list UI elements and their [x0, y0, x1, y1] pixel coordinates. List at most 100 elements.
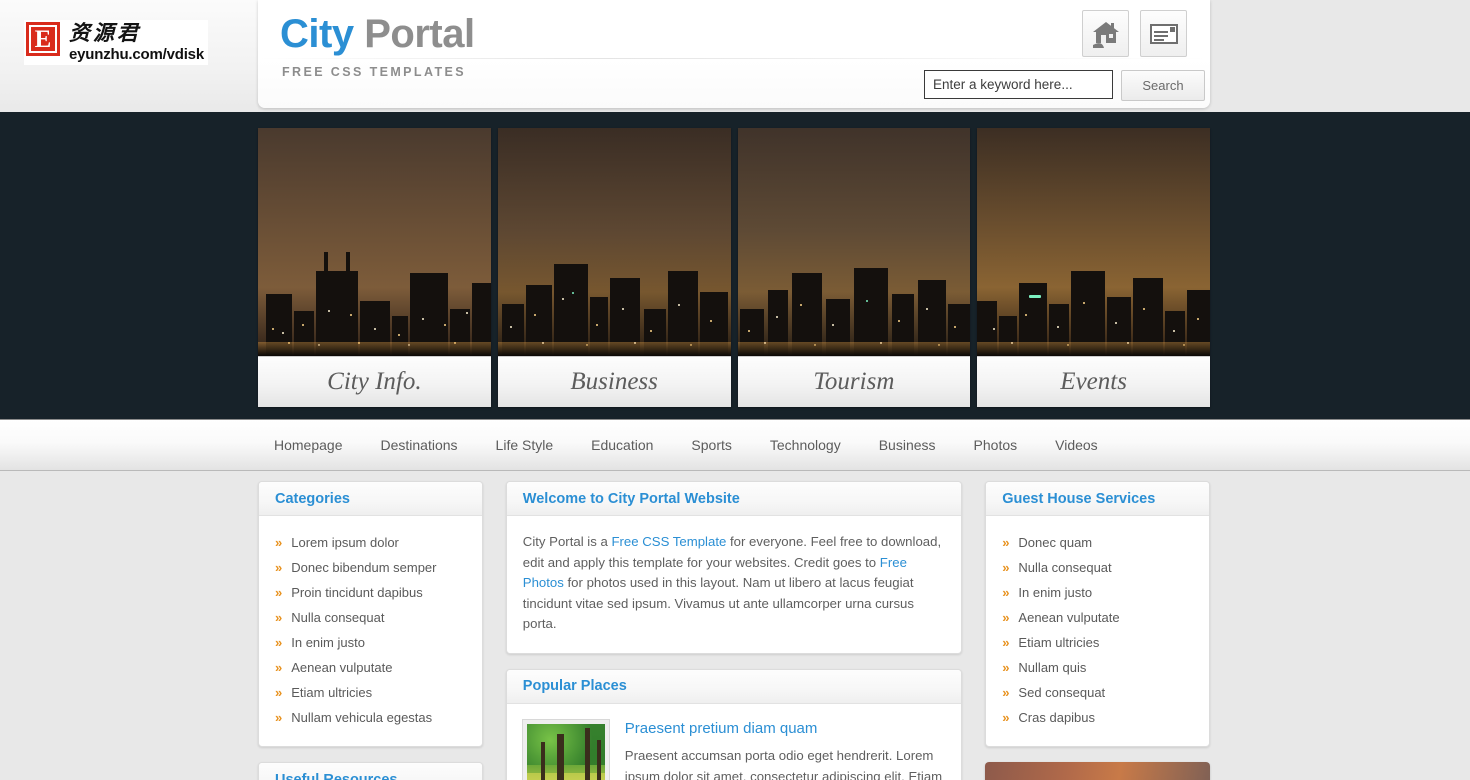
gallery-card[interactable]: Events	[977, 128, 1210, 407]
logo-chinese-text: 资源君	[69, 21, 141, 45]
chevron-right-icon: »	[1002, 710, 1010, 725]
nav-item-education[interactable]: Education	[572, 437, 672, 453]
list-item-label[interactable]: Aenean vulputate	[1018, 610, 1119, 625]
nav-item-videos[interactable]: Videos	[1036, 437, 1117, 453]
place-thumbnail[interactable]	[521, 718, 610, 780]
panel-title: Useful Resources	[275, 771, 398, 780]
gallery: City Info. Business Tourism Events	[258, 128, 1210, 407]
logo-url-text: eyunzhu.com/vdisk	[69, 46, 204, 64]
list-item[interactable]: » Nullam quis	[1002, 655, 1193, 680]
list-item[interactable]: » Sed consequat	[1002, 680, 1193, 705]
list-item-label[interactable]: Etiam ultricies	[291, 685, 372, 700]
list-item[interactable]: » Donec quam	[1002, 530, 1193, 555]
panel-categories: Categories » Lorem ipsum dolor » Donec bib…	[258, 481, 483, 747]
chevron-right-icon: »	[1002, 660, 1010, 675]
gallery-card[interactable]: Tourism	[737, 128, 971, 407]
nav-item-technology[interactable]: Technology	[751, 437, 860, 453]
gallery-card[interactable]: Business	[497, 128, 731, 407]
list-item-label[interactable]: Proin tincidunt dapibus	[291, 585, 423, 600]
main-column: Welcome to City Portal Website City Port…	[505, 481, 963, 780]
list-item-label[interactable]: Cras dapibus	[1018, 710, 1095, 725]
chevron-right-icon: »	[275, 635, 283, 650]
nav-item-business[interactable]: Business	[860, 437, 955, 453]
nav-item-homepage[interactable]: Homepage	[258, 437, 362, 453]
list-item-label[interactable]: Nulla consequat	[291, 610, 384, 625]
site-watermark-logo: E 资源君 eyunzhu.com/vdisk	[24, 20, 208, 66]
search-button[interactable]: Search	[1121, 70, 1205, 101]
list-item-label[interactable]: Lorem ipsum dolor	[291, 535, 399, 550]
chevron-right-icon: »	[275, 535, 283, 550]
list-item[interactable]: » Donec bibendum semper	[275, 555, 466, 580]
place-description: Praesent accumsan porta odio eget hendre…	[624, 747, 943, 780]
list-item-label[interactable]: Etiam ultricies	[1018, 635, 1099, 650]
chevron-right-icon: »	[1002, 685, 1010, 700]
gallery-card[interactable]: City Info.	[258, 128, 491, 407]
city-skyline-photo	[497, 128, 731, 356]
content-area: Categories » Lorem ipsum dolor » Donec bib…	[258, 481, 1210, 780]
chevron-right-icon: »	[1002, 560, 1010, 575]
list-item-label[interactable]: Donec quam	[1018, 535, 1092, 550]
main-navigation-bar: Homepage Destinations Life Style Educati…	[0, 419, 1470, 471]
welcome-text-1: City Portal is a	[522, 534, 612, 549]
list-item-label[interactable]: In enim justo	[291, 635, 365, 650]
site-tagline: FREE CSS TEMPLATES	[282, 65, 466, 79]
sidebar-banner-image[interactable]	[985, 762, 1210, 780]
list-item[interactable]: » Aenean vulputate	[275, 655, 466, 680]
page-root: E 资源君 eyunzhu.com/vdisk City Portal FREE…	[0, 0, 1470, 780]
list-item-label[interactable]: Aenean vulputate	[291, 660, 392, 675]
nav-item-destinations[interactable]: Destinations	[362, 437, 477, 453]
list-item-label[interactable]: In enim justo	[1018, 585, 1092, 600]
site-title-secondary: Portal	[364, 12, 475, 56]
list-item[interactable]: » Cras dapibus	[1002, 705, 1193, 730]
list-item[interactable]: » Etiam ultricies	[1002, 630, 1193, 655]
chevron-right-icon: »	[275, 610, 283, 625]
site-title-primary: City	[280, 12, 354, 56]
list-item[interactable]: » Etiam ultricies	[275, 680, 466, 705]
list-item[interactable]: » Lorem ipsum dolor	[275, 530, 466, 555]
categories-list: » Lorem ipsum dolor » Donec bibendum sempe…	[275, 530, 466, 730]
gallery-caption: Business	[497, 356, 731, 407]
list-item[interactable]: » In enim justo	[1002, 580, 1193, 605]
list-item[interactable]: » Nullam vehicula egestas	[275, 705, 466, 730]
gallery-caption: Tourism	[737, 356, 971, 407]
free-css-template-link[interactable]: Free CSS Template	[611, 534, 726, 549]
list-item[interactable]: » In enim justo	[275, 630, 466, 655]
list-item[interactable]: » Aenean vulputate	[1002, 605, 1193, 630]
guest-house-list: » Donec quam » Nulla consequat » In enim ju…	[1002, 530, 1193, 730]
list-item-label[interactable]: Nulla consequat	[1018, 560, 1111, 575]
welcome-text-3: for photos used in this layout. Nam ut l…	[522, 575, 914, 632]
list-item-label[interactable]: Nullam quis	[1018, 660, 1086, 675]
list-item-label[interactable]: Nullam vehicula egestas	[291, 710, 432, 725]
home-icon[interactable]	[1082, 10, 1129, 57]
chevron-right-icon: »	[1002, 635, 1010, 650]
panel-popular-places: Popular Places Praesent pretium diam qua…	[505, 668, 963, 780]
panel-header: Categories	[259, 482, 482, 516]
nav-item-sports[interactable]: Sports	[672, 437, 750, 453]
nav-item-photos[interactable]: Photos	[955, 437, 1037, 453]
chevron-right-icon: »	[275, 585, 283, 600]
site-header: City Portal FREE CSS TEMPLATES Enter a k…	[258, 0, 1210, 108]
search-form: Search	[924, 70, 1205, 101]
main-navigation: Homepage Destinations Life Style Educati…	[258, 437, 1210, 453]
place-text: Praesent pretium diam quam Praesent accu…	[625, 720, 945, 780]
list-item[interactable]: » Nulla consequat	[1002, 555, 1193, 580]
panel-header: Popular Places	[506, 669, 962, 704]
list-item[interactable]: » Nulla consequat	[275, 605, 466, 630]
left-sidebar: Categories » Lorem ipsum dolor » Donec bib…	[258, 481, 483, 780]
list-item[interactable]: » Proin tincidunt dapibus	[275, 580, 466, 605]
place-title-link[interactable]: Praesent pretium diam quam	[625, 720, 945, 737]
list-item-label[interactable]: Donec bibendum semper	[291, 560, 436, 575]
welcome-paragraph: City Portal is a Free CSS Template for e…	[523, 532, 945, 635]
gallery-caption: Events	[977, 356, 1210, 407]
mail-icon[interactable]	[1140, 10, 1187, 57]
panel-title: Welcome to City Portal Website	[522, 490, 740, 507]
chevron-right-icon: »	[1002, 610, 1010, 625]
panel-body: » Lorem ipsum dolor » Donec bibendum sempe…	[259, 516, 482, 746]
chevron-right-icon: »	[1002, 535, 1010, 550]
panel-header: Useful Resources	[259, 763, 482, 780]
site-title: City Portal	[280, 12, 475, 57]
search-input[interactable]	[924, 70, 1113, 99]
nav-item-life-style[interactable]: Life Style	[477, 437, 573, 453]
list-item-label[interactable]: Sed consequat	[1018, 685, 1105, 700]
logo-mark-icon: E	[26, 22, 60, 56]
